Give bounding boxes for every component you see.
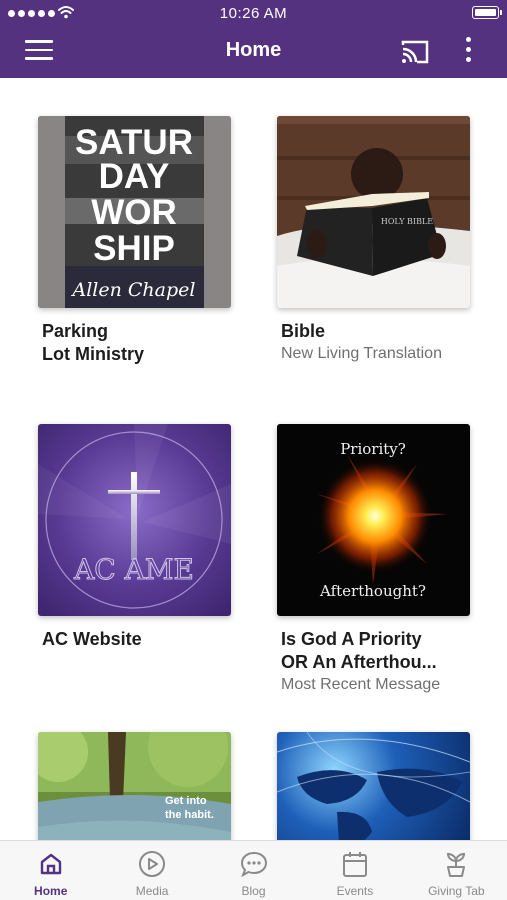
tab-label: Events xyxy=(336,884,374,898)
card-world-network[interactable] xyxy=(277,732,470,840)
battery-icon xyxy=(472,6,502,19)
afterthought-text: Afterthought? xyxy=(319,582,426,600)
more-vertical-icon[interactable] xyxy=(460,37,476,67)
habit-text-1: Get into xyxy=(165,795,207,807)
tab-media[interactable]: Media xyxy=(101,841,202,900)
card-subtitle: New Living Translation xyxy=(281,345,442,362)
play-circle-icon xyxy=(139,851,166,877)
tab-label: Home xyxy=(34,884,68,898)
card-image-forest-stream: Get into the habit. xyxy=(38,732,231,840)
card-is-god-a-priority[interactable]: Priority? Afterthought? Is God A Priorit… xyxy=(277,424,470,694)
card-subtitle: Most Recent Message xyxy=(281,676,441,693)
card-image-world-map xyxy=(277,732,470,840)
priority-text: Priority? xyxy=(340,440,406,458)
card-bible[interactable]: HOLY BIBLE Bible New Living Translation xyxy=(277,116,470,363)
card-parking-lot-ministry[interactable]: SATUR DAY WOR SHIP Allen Chapel Parking … xyxy=(38,116,231,366)
app-bar: Home xyxy=(0,26,507,78)
plant-sprout-icon xyxy=(447,852,466,877)
tab-events[interactable]: Events xyxy=(304,841,405,900)
card-image-priority-afterthought: Priority? Afterthought? xyxy=(277,424,470,616)
card-title: Parking Lot Ministry xyxy=(42,321,144,364)
tab-label: Blog xyxy=(241,884,266,898)
tab-label: Media xyxy=(135,884,169,898)
worship-line-3: WOR xyxy=(91,193,177,232)
ac-ame-text: AC AME xyxy=(73,553,194,586)
cast-icon[interactable] xyxy=(400,39,430,65)
content-grid: SATUR DAY WOR SHIP Allen Chapel Parking … xyxy=(0,78,507,840)
habit-text-2: the habit. xyxy=(165,809,214,821)
worship-line-4: SHIP xyxy=(93,229,175,268)
card-title: Is God A Priority OR An Afterthou... xyxy=(281,629,437,672)
page-title: Home xyxy=(225,39,282,61)
bible-cover-text: HOLY BIBLE xyxy=(381,217,433,226)
status-time: 10:26 AM xyxy=(219,5,288,22)
chat-bubble-icon xyxy=(240,851,267,878)
tab-home[interactable]: Home xyxy=(0,841,101,900)
tab-blog[interactable]: Blog xyxy=(203,841,304,900)
calendar-icon xyxy=(342,852,367,877)
card-title: AC Website xyxy=(42,629,142,649)
card-image-saturday-worship: SATUR DAY WOR SHIP Allen Chapel xyxy=(38,116,231,308)
top-bar: 10:26 AM Home xyxy=(0,0,507,78)
card-image-ac-ame: AC AME xyxy=(38,424,231,616)
tab-giving[interactable]: Giving Tab xyxy=(406,841,507,900)
status-bar: 10:26 AM xyxy=(0,0,507,26)
card-ac-website[interactable]: AC AME AC Website xyxy=(38,424,231,651)
card-title: Bible xyxy=(281,321,326,341)
card-get-into-the-habit[interactable]: Get into the habit. xyxy=(38,732,231,840)
card-image-bible-reading: HOLY BIBLE xyxy=(277,116,470,308)
bottom-tab-bar: Home Media Blog Events Giving Tab xyxy=(0,840,507,900)
tab-label: Giving Tab xyxy=(428,884,485,898)
home-icon xyxy=(40,853,61,875)
allen-chapel-script: Allen Chapel xyxy=(71,279,196,301)
worship-line-2: DAY xyxy=(99,157,170,196)
